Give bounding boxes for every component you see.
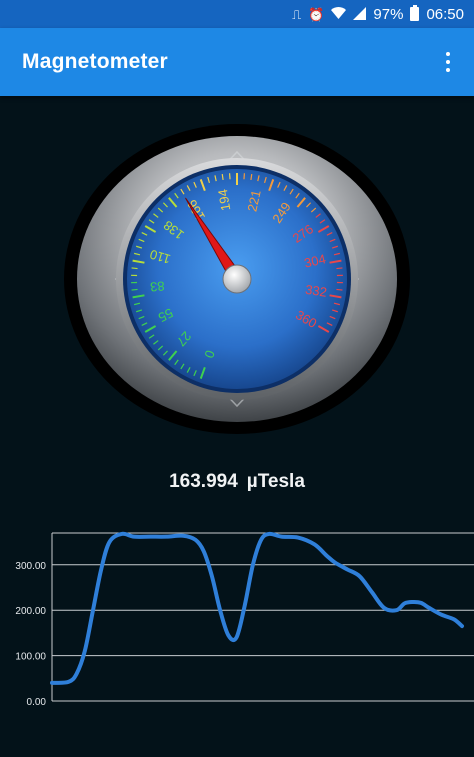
reading-unit: µTesla bbox=[246, 471, 305, 492]
magnetic-field-reading: 163.994 µTesla bbox=[0, 471, 474, 493]
chart-y-tick-label: 200.00 bbox=[15, 606, 46, 617]
chart-gridlines bbox=[52, 532, 474, 702]
signal-icon bbox=[353, 6, 367, 22]
chart-y-axis-labels: 0.00 100.00 200.00 300.00 bbox=[15, 561, 46, 708]
app-bar: Magnetometer bbox=[0, 28, 474, 96]
battery-percentage: 97% bbox=[373, 5, 404, 23]
alarm-icon: ⏰ bbox=[308, 6, 325, 22]
field-history-chart: 0.00 100.00 200.00 300.00 bbox=[15, 531, 474, 708]
gauge-tick-label: 83 bbox=[149, 278, 165, 294]
chart-y-tick-label: 300.00 bbox=[15, 561, 46, 572]
gauge-needle-hub bbox=[222, 264, 252, 294]
gauge-tick-label: 332 bbox=[304, 282, 328, 300]
gauge-tick bbox=[336, 267, 343, 270]
gauge-tick bbox=[250, 173, 253, 181]
gauge-tick bbox=[131, 267, 138, 270]
gauge-tick bbox=[131, 288, 138, 291]
chart-y-tick-label: 100.00 bbox=[15, 652, 46, 663]
status-bar: ⎍ ⏰ 97% 06:50 bbox=[0, 0, 474, 28]
gauge: 0275583110138166 194 221 249276304332360 bbox=[64, 124, 410, 434]
reading-value: 163.994 bbox=[169, 471, 238, 492]
gauge-tick bbox=[336, 288, 343, 291]
chart-y-tick-label: 0.00 bbox=[27, 697, 47, 708]
vibrate-icon: ⎍ bbox=[292, 6, 302, 22]
overflow-menu-icon[interactable] bbox=[440, 50, 456, 74]
gauge-tick bbox=[221, 173, 224, 181]
wifi-icon bbox=[331, 7, 347, 21]
app-title: Magnetometer bbox=[22, 50, 168, 73]
clock: 06:50 bbox=[426, 5, 464, 23]
battery-icon bbox=[410, 5, 420, 21]
chart-series-line bbox=[50, 531, 464, 685]
